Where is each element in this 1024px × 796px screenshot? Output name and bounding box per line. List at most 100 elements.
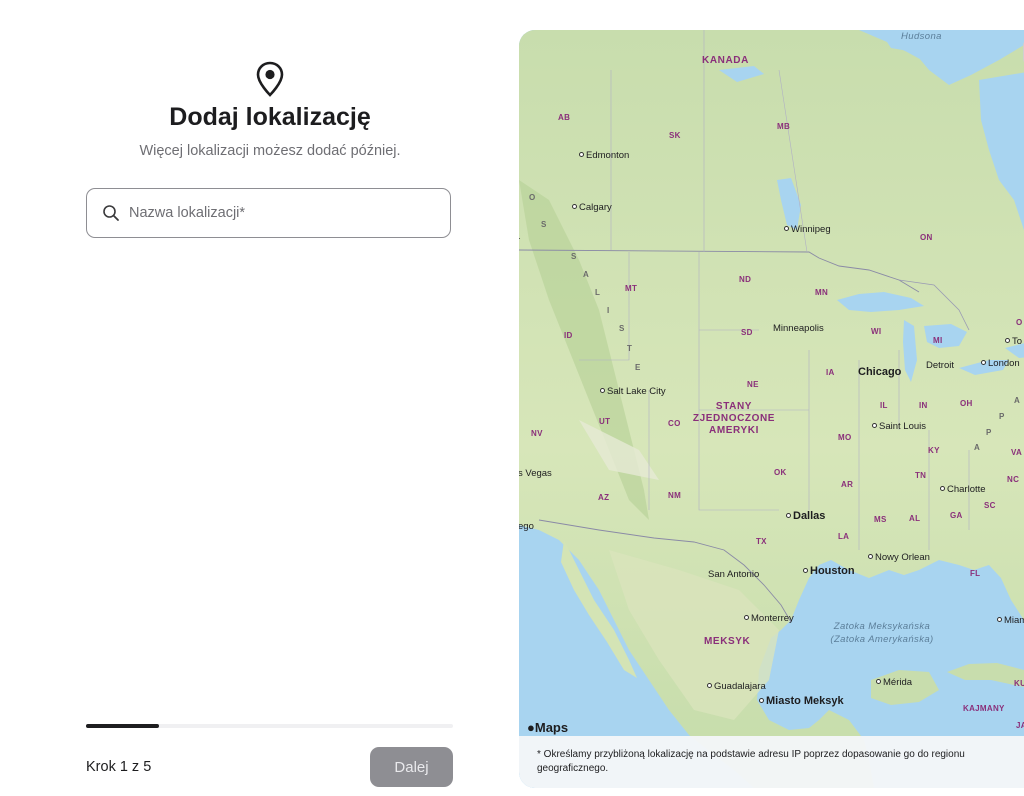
- maps-attribution-text: Maps: [534, 720, 569, 735]
- map-label-rockies-2: S: [541, 220, 548, 229]
- next-button[interactable]: Dalej: [370, 747, 453, 787]
- map-city-miami: Miam: [997, 615, 1024, 626]
- map-city-winnipeg: Winnipeg: [784, 224, 831, 235]
- location-search-field[interactable]: [86, 188, 451, 238]
- map-label-rockies-4: A: [583, 270, 590, 279]
- map-label-ar: AR: [841, 480, 854, 489]
- map-label-ut: UT: [599, 417, 611, 426]
- map-label-la: LA: [838, 532, 850, 541]
- map-label-rockies-5: L: [595, 288, 601, 297]
- map-label-ne: NE: [747, 380, 759, 389]
- map-label-on: ON: [920, 233, 933, 242]
- map-city-san-antonio: San Antonio: [708, 569, 760, 580]
- map-city-charlotte: Charlotte: [940, 484, 986, 495]
- map-view[interactable]: Hudsona KANADA AB SK MB ON Edmonton Calg…: [519, 30, 1024, 788]
- map-label-sc: SC: [984, 501, 996, 510]
- map-label-nm: NM: [668, 491, 682, 500]
- map-label-rockies-1: O: [529, 193, 537, 202]
- map-label-mexico: MEKSYK: [704, 636, 751, 647]
- map-label-mi: MI: [933, 336, 943, 345]
- map-city-detroit: Detroit: [926, 360, 954, 371]
- map-label-cayman: KAJMANY: [963, 704, 1005, 713]
- map-city-minneapolis: Minneapolis: [773, 323, 824, 334]
- page-subtitle: Więcej lokalizacji możesz dodać później.: [139, 143, 401, 159]
- apple-logo-icon: ●: [527, 720, 535, 735]
- map-city-dallas: Dallas: [786, 510, 825, 522]
- map-label-ja: JA: [1016, 721, 1024, 730]
- add-location-panel: Dodaj lokalizację Więcej lokalizacji moż…: [0, 0, 520, 796]
- map-label-canada: KANADA: [702, 55, 749, 66]
- map-label-usa-1: STANY: [715, 401, 753, 412]
- map-city-houston: Houston: [803, 565, 855, 577]
- map-city-merida: Mérida: [876, 677, 912, 688]
- search-icon: [103, 205, 119, 221]
- map-label-rockies-9: E: [635, 363, 642, 372]
- map-label-il: IL: [880, 401, 888, 410]
- map-city-calgary: Calgary: [572, 202, 612, 213]
- map-label-ky: KY: [928, 446, 940, 455]
- map-label-mn: MN: [815, 288, 829, 297]
- map-city-toronto: To: [1005, 336, 1022, 347]
- map-city-monterrey: Monterrey: [744, 613, 794, 624]
- map-label-oh: OH: [960, 399, 973, 408]
- map-label-va: VA: [1011, 448, 1023, 457]
- map-label-fl: FL: [970, 569, 981, 578]
- location-pin-icon: [256, 61, 284, 97]
- map-label-id: ID: [564, 331, 573, 340]
- step-indicator: Krok 1 z 5: [86, 759, 152, 775]
- map-label-gulf-2: (Zatoka Amerykańska): [830, 634, 934, 645]
- map-city-saint-louis: Saint Louis: [872, 421, 926, 432]
- map-city-chicago: Chicago: [858, 366, 902, 378]
- map-label-rockies-7: S: [619, 324, 626, 333]
- map-city-fragment: r: [519, 235, 520, 246]
- map-city-edmonton: Edmonton: [579, 150, 629, 161]
- map-label-gulf-1: Zatoka Meksykańska: [833, 621, 931, 632]
- map-city-san-diego: ego: [519, 521, 534, 532]
- map-city-las-vegas: s Vegas: [519, 468, 552, 479]
- progress-fill: [86, 724, 160, 728]
- map-label-rockies-8: T: [627, 344, 633, 353]
- map-label-tx: TX: [756, 537, 767, 546]
- map-label-ab: AB: [558, 113, 571, 122]
- map-label-rockies-6: I: [607, 306, 611, 315]
- map-disclaimer-text: * Określamy przybliżoną lokalizację na p…: [537, 749, 965, 774]
- map-label-appalachians-2: P: [986, 428, 993, 437]
- map-label-ia: IA: [826, 368, 835, 377]
- maps-attribution-logo: ●Maps: [527, 720, 568, 735]
- map-city-mexico-city: Miasto Meksyk: [759, 695, 844, 707]
- map-label-usa-3: AMERYKI: [709, 425, 759, 436]
- map-city-guadalajara: Guadalajara: [707, 681, 766, 692]
- map-city-salt-lake-city: Salt Lake City: [600, 386, 666, 397]
- map-label-o: O: [1016, 318, 1023, 327]
- location-name-input[interactable]: [129, 189, 429, 237]
- map-label-nv: NV: [531, 429, 543, 438]
- map-label-hudson-bay: Hudsona: [901, 31, 942, 42]
- map-label-nc: NC: [1007, 475, 1020, 484]
- map-label-usa-2: ZJEDNOCZONE: [692, 413, 776, 424]
- map-label-appalachians-3: P: [999, 412, 1006, 421]
- map-city-london: London: [981, 358, 1020, 369]
- map-label-ms: MS: [874, 515, 887, 524]
- map-label-al: AL: [909, 514, 921, 523]
- map-label-sk: SK: [669, 131, 681, 140]
- page-title: Dodaj lokalizację: [169, 103, 371, 131]
- map-label-co: CO: [668, 419, 681, 428]
- map-label-tn: TN: [915, 471, 927, 480]
- map-label-ku: KU: [1014, 679, 1024, 688]
- map-label-mb: MB: [777, 122, 791, 131]
- map-label-ok: OK: [774, 468, 787, 477]
- map-label-mt: MT: [625, 284, 638, 293]
- map-label-az: AZ: [598, 493, 610, 502]
- map-disclaimer-bar: ●Maps * Określamy przybliżoną lokalizacj…: [519, 720, 1024, 788]
- map-label-nd: ND: [739, 275, 752, 284]
- map-label-appalachians-4: A: [1014, 396, 1021, 405]
- map-label-sd: SD: [741, 328, 753, 337]
- map-label-appalachians-1: A: [974, 443, 981, 452]
- map-label-rockies-3: S: [571, 252, 578, 261]
- map-city-nowy-orlean: Nowy Orlean: [868, 552, 930, 563]
- map-label-ga: GA: [950, 511, 963, 520]
- map-label-wi: WI: [871, 327, 882, 336]
- map-label-in: IN: [919, 401, 928, 410]
- progress-track: [86, 724, 453, 728]
- map-label-mo: MO: [838, 433, 852, 442]
